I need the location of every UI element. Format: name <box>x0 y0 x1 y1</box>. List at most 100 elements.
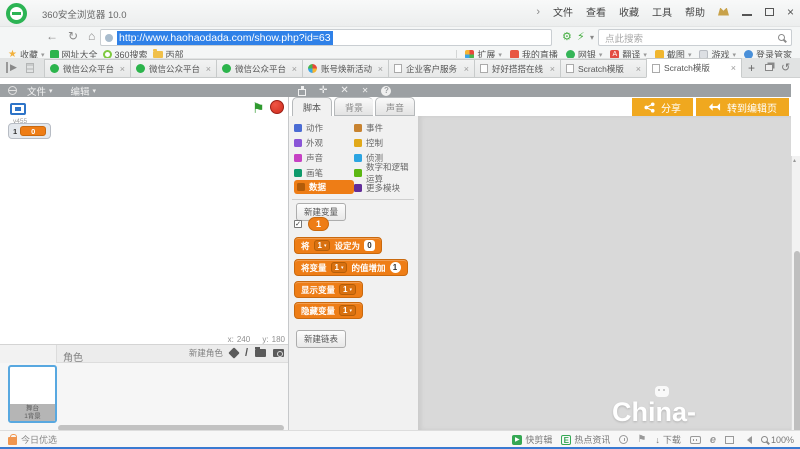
language-globe-icon[interactable] <box>8 86 17 95</box>
tab-close-icon[interactable]: × <box>550 64 555 74</box>
back-button[interactable]: ← <box>46 29 58 43</box>
tab-list-icon[interactable] <box>765 64 773 71</box>
tab-close-icon[interactable]: × <box>464 64 469 74</box>
menu-help[interactable]: 帮助 <box>685 4 705 19</box>
speedup-lightning-icon[interactable]: ⚡ <box>577 30 585 43</box>
window-mode-icon[interactable] <box>725 436 734 444</box>
new-tab-button[interactable]: + <box>748 61 755 75</box>
hot-news[interactable]: E 热点资讯 <box>561 433 610 446</box>
sprite-library-icon[interactable] <box>228 347 239 358</box>
category-events[interactable]: 事件 <box>354 120 383 135</box>
site-icon <box>105 34 113 42</box>
search-icon[interactable] <box>778 34 785 41</box>
restore-tab-icon[interactable]: ↺ <box>781 61 790 74</box>
category-control[interactable]: 控制 <box>354 135 383 150</box>
category-more-blocks[interactable]: 更多模块 <box>354 180 400 195</box>
tab-close-icon[interactable]: × <box>292 64 297 74</box>
scrollbar-thumb[interactable] <box>794 251 800 449</box>
tab-backdrops[interactable]: 背景 <box>334 97 373 116</box>
category-pen[interactable]: 画笔 <box>294 165 354 180</box>
menu-favorites[interactable]: 收藏 <box>619 4 639 19</box>
speaker-icon[interactable] <box>743 436 752 444</box>
block-set-variable[interactable]: 将 1▾ 设定为 0 <box>294 237 382 254</box>
make-list-button[interactable]: 新建链表 <box>296 330 346 348</box>
side-panel-toggle-icon[interactable]: ▶ <box>6 62 17 73</box>
script-workspace[interactable]: China-Scratch <box>418 116 791 430</box>
home-button[interactable]: ⌂ <box>88 29 95 43</box>
tab-bar: ▶ 微信公众平台 × 微信公众平台 × 微信公众平台 × 账号焕新活动 × 企业… <box>0 58 800 78</box>
minimize-button[interactable] <box>742 14 752 16</box>
tab-wechat-3[interactable]: 微信公众平台 × <box>216 59 302 78</box>
upload-sprite-icon[interactable] <box>255 349 266 357</box>
delete-icon[interactable]: ✛ <box>319 85 327 96</box>
goto-edit-icon <box>708 102 721 112</box>
green-flag-icon[interactable]: ⚑ <box>252 100 265 117</box>
stage-column-header <box>0 345 57 363</box>
vertical-scrollbar[interactable]: ▴ ▾ <box>791 156 800 449</box>
scroll-up-icon[interactable]: ▴ <box>793 157 796 164</box>
camera-sprite-icon[interactable] <box>273 349 284 357</box>
paint-sprite-icon[interactable]: / <box>245 347 248 359</box>
presentation-mode-icon[interactable] <box>10 103 26 115</box>
tab-close-icon[interactable]: × <box>206 64 211 74</box>
duplicate-stamp-icon[interactable] <box>298 89 306 96</box>
report-flag-icon[interactable]: ⚑ <box>637 434 646 445</box>
search-placeholder: 点此搜索 <box>605 31 778 45</box>
stop-button[interactable] <box>270 100 284 114</box>
download-icon: ↓ <box>655 435 660 445</box>
stage-thumbnail[interactable]: 舞台 1背景 <box>8 365 57 423</box>
category-looks[interactable]: 外观 <box>294 135 354 150</box>
variable-watcher[interactable]: 1 0 <box>8 123 51 139</box>
history-clock-icon[interactable] <box>619 435 628 444</box>
tab-account-activity[interactable]: 账号焕新活动 × <box>302 59 388 78</box>
menu-view[interactable]: 查看 <box>586 4 606 19</box>
zoom-control[interactable]: 100% <box>761 435 794 445</box>
tab-scripts[interactable]: 脚本 <box>292 97 332 117</box>
tab-close-icon[interactable]: × <box>120 64 125 74</box>
tab-enterprise-service[interactable]: 企业客户服务 × <box>388 59 474 78</box>
grow-sprite-icon[interactable]: ✕ <box>340 85 348 96</box>
search-box[interactable]: 点此搜索 <box>598 29 792 46</box>
category-operators[interactable]: 数字和逻辑运算 <box>354 165 416 180</box>
daily-picks[interactable]: 今日优选 <box>8 431 57 448</box>
category-motion[interactable]: 动作 <box>294 120 354 135</box>
tab-grip-icon[interactable] <box>26 63 34 73</box>
url-dropdown-icon[interactable]: ▾ <box>590 33 594 42</box>
quick-editor[interactable]: ▶ 快剪辑 <box>512 433 552 446</box>
url-text[interactable]: http://www.haohaodada.com/show.php?id=63 <box>117 31 333 45</box>
tab-sounds[interactable]: 声音 <box>375 97 415 116</box>
stage-area[interactable]: v455 ⚑ 1 0 <box>6 97 288 344</box>
tab-wechat-2[interactable]: 微信公众平台 × <box>130 59 216 78</box>
feedback-bubble-icon[interactable] <box>690 436 701 444</box>
menu-file[interactable]: 文件 <box>553 4 573 19</box>
editor-menu-edit[interactable]: 编辑▾ <box>71 84 97 98</box>
refresh-button[interactable]: ↻ <box>68 29 78 43</box>
menu-tools[interactable]: 工具 <box>652 4 672 19</box>
tab-close-icon[interactable]: × <box>731 63 736 73</box>
close-button[interactable]: × <box>787 6 794 18</box>
category-data-selected[interactable]: 数据 <box>294 180 354 194</box>
tab-haohaodada[interactable]: 好好搭搭在线 × <box>474 59 560 78</box>
tab-scratch-template-2-active[interactable]: Scratch模版 × <box>646 58 742 78</box>
theme-icon[interactable] <box>718 8 729 16</box>
block-help-icon[interactable]: ? <box>381 86 391 96</box>
category-sound[interactable]: 声音 <box>294 150 354 165</box>
shrink-sprite-icon[interactable]: ✕ <box>362 86 369 95</box>
block-hide-variable[interactable]: 隐藏变量 1▾ <box>294 302 363 319</box>
chevron-right-icon[interactable]: › <box>536 6 540 18</box>
ie-mode-icon[interactable]: e <box>710 434 716 446</box>
maximize-button[interactable] <box>765 8 774 16</box>
goto-edit-button[interactable]: 转到编辑页 <box>696 98 789 116</box>
tab-wechat-1[interactable]: 微信公众平台 × <box>44 59 130 78</box>
watcher-checkbox[interactable]: ✓ <box>294 220 302 228</box>
block-change-variable[interactable]: 将变量 1▾ 的值增加 1 <box>294 259 408 276</box>
tab-close-icon[interactable]: × <box>636 64 641 74</box>
share-button[interactable]: 分享 <box>632 98 693 116</box>
block-show-variable[interactable]: 显示变量 1▾ <box>294 281 363 298</box>
tab-close-icon[interactable]: × <box>378 64 383 74</box>
download-manager[interactable]: ↓ 下载 <box>655 433 681 446</box>
adblock-gear-icon[interactable]: ⚙ <box>562 30 572 43</box>
tab-scratch-template-1[interactable]: Scratch模版 × <box>560 59 646 78</box>
variable-reporter-block[interactable]: 1 <box>308 217 329 231</box>
address-bar[interactable]: http://www.haohaodada.com/show.php?id=63 <box>100 29 552 46</box>
